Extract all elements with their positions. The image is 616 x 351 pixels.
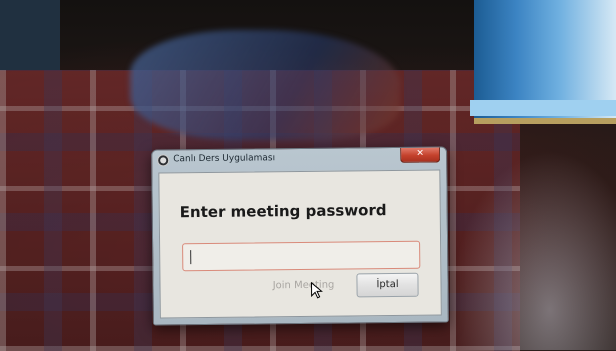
app-logo-icon: ● bbox=[157, 154, 170, 167]
text-caret bbox=[190, 250, 192, 265]
password-input[interactable] bbox=[182, 240, 421, 272]
shirt-collar bbox=[130, 30, 400, 140]
mouse-pointer-icon bbox=[310, 281, 323, 299]
monitor-screen-strip bbox=[470, 100, 616, 116]
dialog-body: Enter meeting password Join Meeting İpta… bbox=[158, 169, 442, 319]
dialog-titlebar[interactable]: ● Canlı Ders Uygulaması ✕ bbox=[152, 147, 446, 170]
cancel-button[interactable]: İptal bbox=[356, 272, 419, 298]
close-button[interactable]: ✕ bbox=[400, 147, 441, 163]
background-light bbox=[450, 150, 616, 350]
photo-of-screen: ● Canlı Ders Uygulaması ✕ Enter meeting … bbox=[0, 0, 616, 351]
close-icon: ✕ bbox=[416, 148, 424, 159]
join-meeting-button[interactable]: Join Meeting bbox=[262, 274, 344, 299]
window-title: Canlı Ders Uygulaması bbox=[173, 153, 276, 165]
background-shelf bbox=[0, 0, 60, 70]
prompt-heading: Enter meeting password bbox=[179, 201, 387, 222]
password-dialog: ● Canlı Ders Uygulaması ✕ Enter meeting … bbox=[151, 146, 449, 326]
